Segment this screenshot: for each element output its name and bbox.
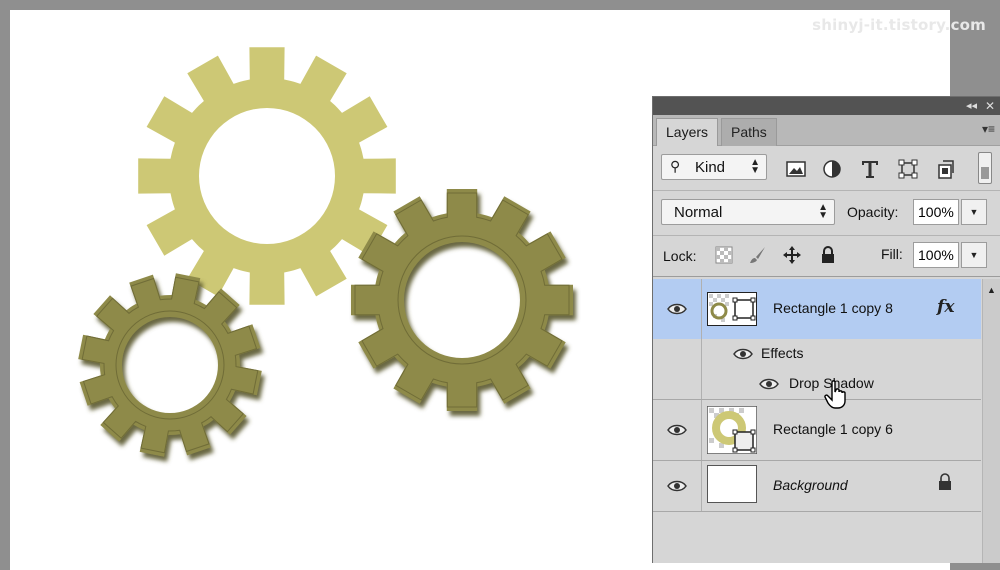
large-dark-gear-shape	[351, 189, 573, 411]
layer-list-scrollbar[interactable]: ▲	[982, 279, 1000, 563]
search-icon: ⚲	[670, 158, 681, 174]
lock-transparent-pixels-icon[interactable]	[715, 246, 733, 264]
visibility-cell	[653, 369, 702, 399]
image-filter-icon[interactable]	[786, 159, 806, 179]
collapse-panel-icon[interactable]: ◂◂	[966, 98, 977, 114]
panel-title-bar[interactable]: ◂◂ ✕	[653, 97, 1000, 115]
layer-name[interactable]: Rectangle 1 copy 6	[773, 421, 893, 437]
effects-label[interactable]: Effects	[761, 345, 804, 361]
layer-row-rectangle-1-copy-6[interactable]: Rectangle 1 copy 6	[653, 400, 981, 461]
layer-effects-fx-icon[interactable]: fx	[937, 297, 954, 317]
eye-icon[interactable]	[667, 302, 687, 316]
layers-panel: ◂◂ ✕ Layers Paths ▾≡ ⚲ Kind ▲ ▼ Normal ▲…	[652, 96, 1000, 563]
layer-name[interactable]: Background	[773, 477, 848, 493]
fill-input[interactable]: 100%	[913, 242, 959, 268]
fill-label: Fill:	[881, 246, 903, 262]
large-dark-gear	[351, 189, 573, 411]
light-gear-shape	[138, 47, 396, 305]
blend-mode-value: Normal	[674, 204, 723, 221]
layer-name[interactable]: Rectangle 1 copy 8	[773, 300, 893, 316]
filter-kind-label: Kind	[695, 159, 726, 176]
visibility-cell[interactable]	[653, 279, 702, 339]
eye-icon[interactable]	[733, 347, 753, 361]
layer-thumbnail[interactable]	[707, 406, 757, 454]
lock-icon	[939, 473, 951, 490]
drop-shadow-effect-row[interactable]: Drop Shadow	[653, 369, 981, 400]
tab-layers[interactable]: Layers	[656, 118, 719, 146]
visibility-cell[interactable]	[653, 461, 702, 511]
smart-object-filter-icon[interactable]	[936, 159, 956, 179]
lock-label: Lock:	[663, 248, 697, 264]
lock-row: Lock: Fill: 100% ▼	[653, 236, 1000, 277]
layer-row-background[interactable]: Background	[653, 461, 981, 512]
visibility-cell[interactable]	[653, 400, 702, 460]
close-icon[interactable]: ✕	[985, 98, 995, 114]
stepper-arrows-icon: ▲ ▼	[818, 202, 828, 221]
eye-icon[interactable]	[667, 479, 687, 493]
panel-tab-bar: Layers Paths ▾≡	[653, 115, 1000, 146]
shape-filter-icon[interactable]	[898, 159, 918, 179]
blend-row: Normal ▲ ▼ Opacity: 100% ▼	[653, 191, 1000, 236]
eye-icon[interactable]	[759, 377, 779, 391]
eye-icon[interactable]	[667, 423, 687, 437]
scroll-up-arrow-icon[interactable]: ▲	[987, 285, 996, 295]
blend-mode-select[interactable]: Normal ▲ ▼	[661, 199, 835, 225]
type-filter-icon[interactable]	[860, 159, 880, 179]
adjustment-filter-icon[interactable]	[822, 159, 842, 179]
visibility-cell	[653, 339, 702, 369]
effects-row[interactable]: Effects	[653, 339, 981, 369]
fill-dropdown-button[interactable]: ▼	[961, 242, 987, 268]
small-dark-gear	[78, 273, 262, 457]
hand-cursor-icon	[824, 380, 846, 409]
watermark-text: shinyj-it.tistory.com	[812, 16, 986, 34]
opacity-label: Opacity:	[847, 204, 899, 220]
layer-row-rectangle-1-copy-8[interactable]: Rectangle 1 copy 8 fx	[653, 279, 981, 339]
filter-kind-select[interactable]: ⚲ Kind ▲ ▼	[661, 154, 767, 180]
layer-thumbnail[interactable]	[707, 292, 757, 326]
stepper-arrows-icon: ▲ ▼	[750, 157, 760, 176]
layer-thumbnail[interactable]	[707, 465, 757, 503]
opacity-dropdown-button[interactable]: ▼	[961, 199, 987, 225]
filter-toggle-switch[interactable]	[978, 152, 992, 184]
filter-row: ⚲ Kind ▲ ▼	[653, 146, 1000, 191]
layer-list: Rectangle 1 copy 8 fx Effects Drop Shado…	[653, 279, 981, 563]
small-dark-gear-shape	[78, 273, 262, 457]
light-gear	[138, 47, 396, 305]
opacity-input[interactable]: 100%	[913, 199, 959, 225]
lock-position-icon[interactable]	[783, 246, 801, 264]
lock-image-pixels-icon[interactable]	[749, 246, 767, 264]
panel-menu-icon[interactable]: ▾≡	[982, 122, 995, 136]
tab-paths[interactable]: Paths	[721, 118, 777, 146]
lock-all-icon[interactable]	[819, 246, 837, 264]
